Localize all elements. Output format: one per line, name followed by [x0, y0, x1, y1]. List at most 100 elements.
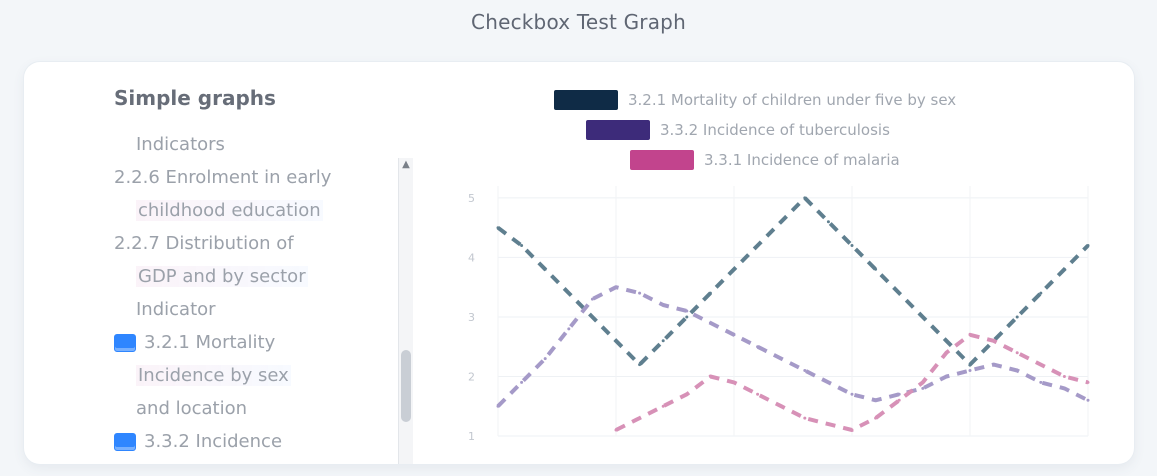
list-item-label: 2.2.6 Enrolment in early	[114, 167, 332, 188]
data-point	[1039, 380, 1043, 384]
data-point	[732, 333, 736, 337]
data-point	[1039, 363, 1043, 367]
data-point	[543, 267, 547, 271]
data-point	[685, 309, 689, 313]
sidebar-scrollbar[interactable]: ▲	[398, 158, 413, 464]
data-point	[897, 398, 901, 402]
data-point	[850, 244, 854, 247]
data-point	[567, 291, 571, 295]
data-point	[496, 404, 500, 408]
data-point	[1086, 244, 1090, 247]
list-item-label: childhood education	[136, 200, 323, 221]
data-point	[803, 369, 807, 372]
data-point	[590, 315, 594, 319]
y-tick-label: 2	[468, 370, 475, 383]
data-point	[638, 363, 642, 367]
data-point	[708, 375, 712, 378]
series-2	[496, 285, 1090, 408]
data-point	[685, 392, 689, 396]
legend-item[interactable]: 3.3.1 Incidence of malaria	[630, 150, 900, 170]
legend-label: 3.2.1 Mortality of children under five b…	[628, 91, 957, 109]
data-point	[803, 416, 807, 420]
data-point	[921, 315, 925, 319]
data-point	[826, 422, 830, 426]
data-point	[1062, 375, 1066, 378]
legend-label: 3.3.1 Incidence of malaria	[704, 151, 900, 169]
list-item[interactable]: 3.3.2 Incidence	[114, 431, 282, 452]
data-point	[968, 363, 972, 367]
data-point	[1062, 267, 1066, 271]
data-point	[756, 244, 760, 247]
list-item[interactable]: Indicator	[136, 299, 216, 320]
data-point	[1086, 380, 1090, 384]
legend-item[interactable]: 3.3.2 Incidence of tuberculosis	[586, 120, 890, 140]
data-point	[708, 291, 712, 295]
data-point	[874, 398, 878, 402]
checkbox[interactable]	[114, 432, 136, 451]
y-tick-label: 5	[468, 192, 475, 205]
data-point	[968, 369, 972, 372]
list-item[interactable]: GDP and by sector	[136, 266, 308, 287]
data-point	[850, 428, 854, 432]
data-point	[520, 380, 524, 384]
data-point	[614, 339, 618, 343]
list-item[interactable]: childhood education	[136, 200, 323, 221]
scroll-thumb[interactable]	[401, 350, 411, 422]
list-item-label: Indicators	[136, 134, 225, 155]
plot-area: 5 4 3 2 1	[434, 174, 1114, 464]
list-item[interactable]: 3.2.1 Mortality	[114, 332, 275, 353]
data-point	[874, 267, 878, 271]
data-point	[496, 226, 500, 230]
data-point	[944, 339, 948, 343]
sidebar-heading: Simple graphs	[114, 86, 276, 110]
data-point	[850, 392, 854, 396]
data-point	[543, 357, 547, 361]
page-title: Checkbox Test Graph	[471, 10, 686, 34]
list-item[interactable]: 2.2.6 Enrolment in early	[114, 167, 331, 188]
list-item-label: 3.2.1 Mortality	[144, 332, 276, 353]
series-1	[496, 195, 1090, 367]
data-point	[732, 380, 736, 384]
data-point	[1015, 315, 1019, 319]
data-point	[661, 404, 665, 408]
legend-swatch	[586, 120, 650, 140]
y-tick-label: 1	[468, 430, 475, 443]
data-point	[944, 351, 948, 355]
data-point	[992, 339, 996, 343]
data-point	[897, 392, 901, 396]
legend-swatch	[630, 150, 694, 170]
list-item-label: GDP and by sector	[136, 266, 308, 287]
series-line	[496, 285, 1089, 408]
list-item[interactable]: Indicators	[136, 134, 225, 155]
chart-legend: 3.2.1 Mortality of children under five b…	[434, 86, 1114, 180]
main-card: Simple graphs Indicators 2.2.6 Enrolment …	[24, 62, 1134, 464]
list-item[interactable]: 2.2.7 Distribution of	[114, 233, 294, 254]
data-point	[708, 321, 712, 325]
checkbox[interactable]	[114, 333, 136, 352]
data-point	[638, 416, 642, 420]
data-point	[779, 357, 783, 361]
data-point	[897, 291, 901, 295]
data-point	[1015, 351, 1019, 355]
legend-item[interactable]: 3.2.1 Mortality of children under five b…	[554, 90, 956, 110]
legend-swatch	[554, 90, 618, 110]
list-item-label: Indicator	[136, 299, 216, 320]
grid	[497, 186, 1089, 437]
data-point	[779, 404, 783, 408]
list-item[interactable]: Incidence by sex	[136, 365, 291, 386]
data-point	[756, 392, 760, 396]
data-point	[590, 297, 594, 301]
legend-label: 3.3.2 Incidence of tuberculosis	[660, 121, 890, 139]
data-point	[685, 315, 689, 319]
list-item-label: and location	[136, 398, 248, 419]
data-point	[1086, 398, 1090, 402]
page: Checkbox Test Graph Simple graphs Indica…	[0, 0, 1157, 476]
data-point	[567, 327, 571, 331]
list-item-label: Incidence by sex	[136, 365, 291, 386]
data-point	[992, 363, 996, 367]
data-point	[1015, 369, 1019, 372]
list-item[interactable]: and location	[136, 398, 247, 419]
data-point	[614, 428, 618, 432]
data-point	[732, 267, 736, 271]
scroll-up-icon[interactable]: ▲	[401, 160, 411, 170]
